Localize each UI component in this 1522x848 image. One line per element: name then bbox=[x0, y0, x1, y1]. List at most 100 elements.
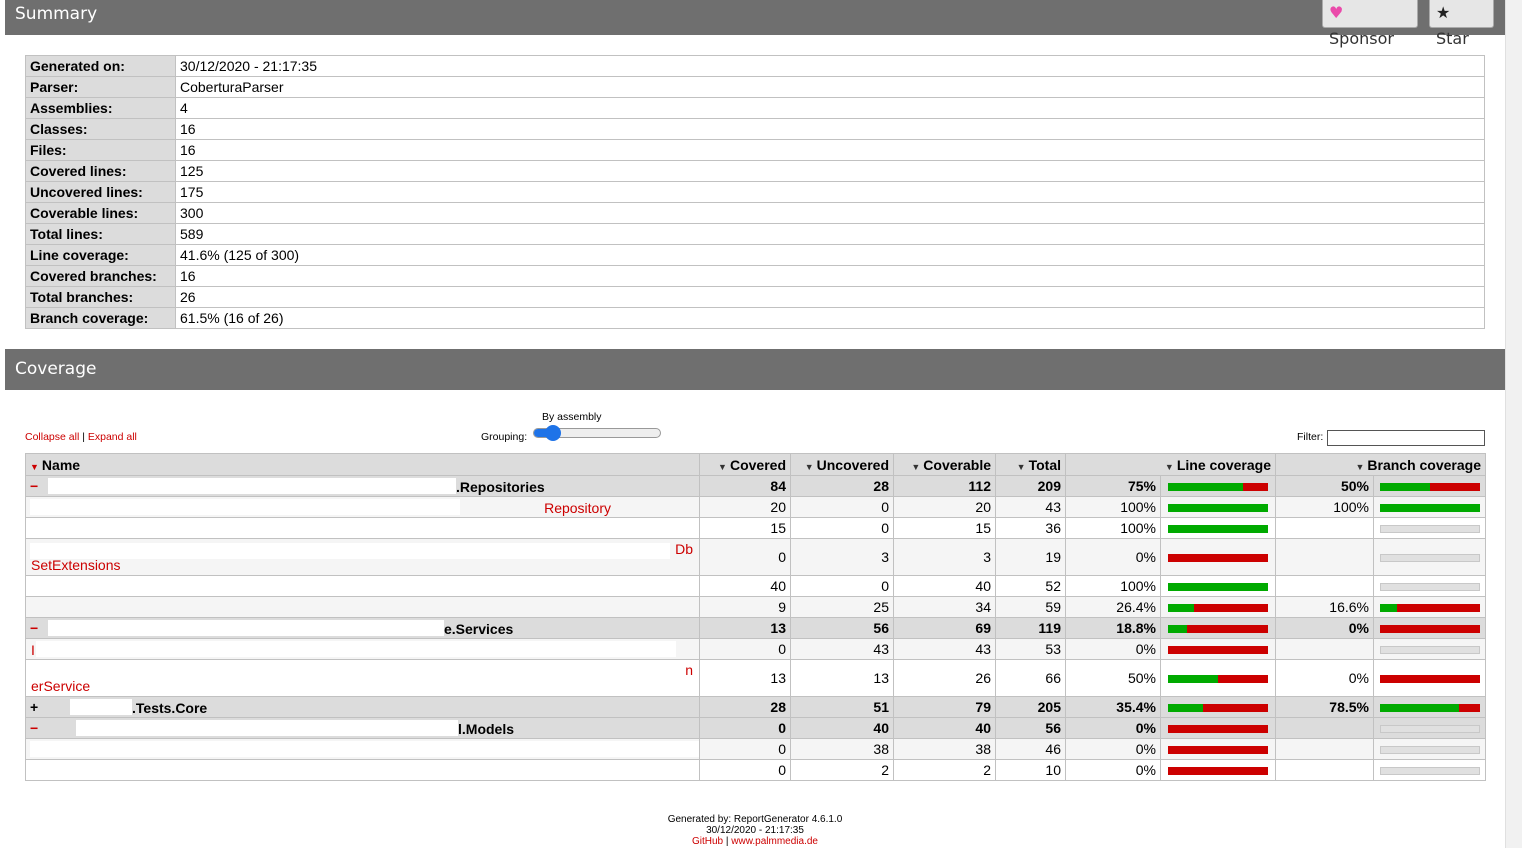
line-coverage-pct: 50% bbox=[1066, 660, 1161, 696]
name-cell[interactable]: − .Repositories bbox=[25, 475, 700, 497]
class-row[interactable]: 0 38 38 46 0% bbox=[25, 738, 1486, 760]
collapse-icon[interactable]: − bbox=[30, 620, 44, 636]
branch-coverage-pct bbox=[1276, 639, 1374, 659]
column-header[interactable]: ▼ Branch coverage bbox=[1275, 453, 1486, 476]
footer-links: GitHub | www.palmmedia.de bbox=[5, 836, 1505, 847]
name-cell[interactable] bbox=[25, 738, 700, 760]
expand-all-link[interactable]: Expand all bbox=[88, 431, 137, 443]
summary-value: 175 bbox=[175, 181, 1485, 203]
links-separator: | bbox=[82, 431, 85, 443]
column-header[interactable]: ▼ Total bbox=[995, 453, 1066, 476]
sort-down-icon: ▼ bbox=[804, 461, 814, 472]
collapse-all-link[interactable]: Collapse all bbox=[25, 431, 79, 443]
column-header[interactable]: ▼ Coverable bbox=[893, 453, 996, 476]
name-cell[interactable]: Repository bbox=[25, 496, 700, 518]
class-row[interactable]: 40 0 40 52 100% bbox=[25, 575, 1486, 597]
branch-coverage-bar bbox=[1379, 483, 1480, 492]
uncovered-cell: 0 bbox=[790, 496, 894, 518]
assembly-name[interactable]: l.Models bbox=[458, 721, 514, 737]
column-header[interactable]: ▼ Uncovered bbox=[790, 453, 894, 476]
window-scrollbar[interactable] bbox=[1505, 0, 1522, 848]
footer-date: 30/12/2020 - 21:17:35 bbox=[706, 825, 804, 836]
summary-key: Parser: bbox=[25, 76, 176, 98]
branch-coverage-pct bbox=[1276, 518, 1374, 538]
grouping-value: By assembly bbox=[542, 411, 602, 423]
star-button[interactable]: ★ Star bbox=[1429, 0, 1494, 48]
footer-generated-by: Generated by: ReportGenerator 4.6.1.0 bbox=[667, 814, 843, 825]
uncovered-cell: 56 bbox=[790, 617, 894, 639]
column-header[interactable]: ▼ Covered bbox=[699, 453, 791, 476]
name-cell[interactable]: − l.Models bbox=[25, 717, 700, 739]
class-row[interactable]: 9 25 34 59 26.4% 16.6% bbox=[25, 596, 1486, 618]
name-cell[interactable]: n erService bbox=[25, 659, 700, 697]
name-cell[interactable] bbox=[25, 575, 700, 597]
covered-cell: 15 bbox=[699, 517, 791, 539]
column-header[interactable]: ▼ Name bbox=[25, 453, 700, 476]
covered-cell: 40 bbox=[699, 575, 791, 597]
line-coverage-cell: 75% bbox=[1065, 475, 1276, 497]
uncovered-cell: 3 bbox=[790, 538, 894, 576]
line-coverage-cell: 100% bbox=[1065, 575, 1276, 597]
summary-row: Total lines: 589 bbox=[25, 223, 1485, 245]
summary-row: Generated on: 30/12/2020 - 21:17:35 bbox=[25, 55, 1485, 77]
name-cell[interactable]: Db SetExtensions bbox=[25, 538, 700, 576]
class-row[interactable]: 15 0 15 36 100% bbox=[25, 517, 1486, 539]
class-row[interactable]: 0 2 2 10 0% bbox=[25, 759, 1486, 781]
assembly-row[interactable]: − e.Services 13 56 69 119 18.8% 0% bbox=[25, 617, 1486, 639]
name-cell[interactable]: I bbox=[25, 638, 700, 660]
assembly-row[interactable]: + .Tests.Core 28 51 79 205 35.4% 78.5% bbox=[25, 696, 1486, 718]
expand-icon[interactable]: + bbox=[30, 699, 44, 715]
covered-cell: 13 bbox=[699, 617, 791, 639]
class-name[interactable]: erService bbox=[31, 678, 90, 694]
column-header-label: Covered bbox=[729, 456, 786, 473]
covered-cell: 9 bbox=[699, 596, 791, 618]
collapse-icon[interactable]: − bbox=[30, 720, 44, 736]
class-row[interactable]: n erService 13 13 26 66 50% 0% bbox=[25, 659, 1486, 697]
assembly-row[interactable]: − l.Models 0 40 40 56 0% bbox=[25, 717, 1486, 739]
line-coverage-cell: 100% bbox=[1065, 517, 1276, 539]
assembly-name[interactable]: .Tests.Core bbox=[132, 700, 207, 716]
total-cell: 46 bbox=[995, 738, 1066, 760]
class-row[interactable]: Db SetExtensions 0 3 3 19 0% bbox=[25, 538, 1486, 576]
github-link[interactable]: GitHub bbox=[692, 836, 723, 847]
name-cell[interactable]: − e.Services bbox=[25, 617, 700, 639]
report-page: Summary ♥Sponsor ★Star Generated on: 30/1… bbox=[5, 0, 1505, 848]
branch-coverage-bar-empty bbox=[1379, 746, 1480, 755]
total-cell: 36 bbox=[995, 517, 1066, 539]
branch-coverage-cell bbox=[1275, 575, 1486, 597]
covered-cell: 0 bbox=[699, 638, 791, 660]
assembly-name[interactable]: e.Services bbox=[444, 621, 513, 637]
uncovered-cell: 40 bbox=[790, 717, 894, 739]
redacted-area bbox=[30, 664, 678, 680]
name-cell[interactable] bbox=[25, 517, 700, 539]
branch-coverage-pct bbox=[1276, 718, 1374, 738]
branch-coverage-pct: 78.5% bbox=[1276, 697, 1374, 717]
coverable-cell: 26 bbox=[893, 659, 996, 697]
sort-down-icon: ▼ bbox=[718, 461, 727, 472]
grouping-slider[interactable] bbox=[533, 425, 661, 441]
summary-value: 4 bbox=[175, 97, 1485, 119]
name-cell[interactable]: + .Tests.Core bbox=[25, 696, 700, 718]
palmmedia-link[interactable]: www.palmmedia.de bbox=[731, 836, 818, 847]
uncovered-cell: 0 bbox=[790, 517, 894, 539]
collapse-icon[interactable]: − bbox=[30, 478, 44, 494]
class-name[interactable]: SetExtensions bbox=[31, 557, 121, 573]
filter-input[interactable] bbox=[1327, 430, 1485, 446]
class-row[interactable]: Repository 20 0 20 43 100% 100% bbox=[25, 496, 1486, 518]
assembly-name[interactable]: .Repositories bbox=[456, 479, 545, 495]
grouping-slider-handle[interactable] bbox=[545, 425, 561, 441]
coverable-cell: 40 bbox=[893, 575, 996, 597]
assembly-row[interactable]: − .Repositories 84 28 112 209 75% 50% bbox=[25, 475, 1486, 497]
total-cell: 59 bbox=[995, 596, 1066, 618]
name-cell[interactable] bbox=[25, 596, 700, 618]
sponsor-button[interactable]: ♥ Sponsor bbox=[1322, 0, 1418, 48]
branch-coverage-pct: 0% bbox=[1276, 618, 1374, 638]
class-name[interactable]: I bbox=[31, 642, 35, 658]
coverable-cell: 2 bbox=[893, 759, 996, 781]
column-header[interactable]: ▼ Line coverage bbox=[1065, 453, 1276, 476]
class-row[interactable]: I 0 43 43 53 0% bbox=[25, 638, 1486, 660]
name-cell[interactable] bbox=[25, 759, 700, 781]
column-header-label: Line coverage bbox=[1176, 456, 1271, 473]
total-cell: 19 bbox=[995, 538, 1066, 576]
class-name[interactable]: Repository bbox=[544, 500, 611, 516]
